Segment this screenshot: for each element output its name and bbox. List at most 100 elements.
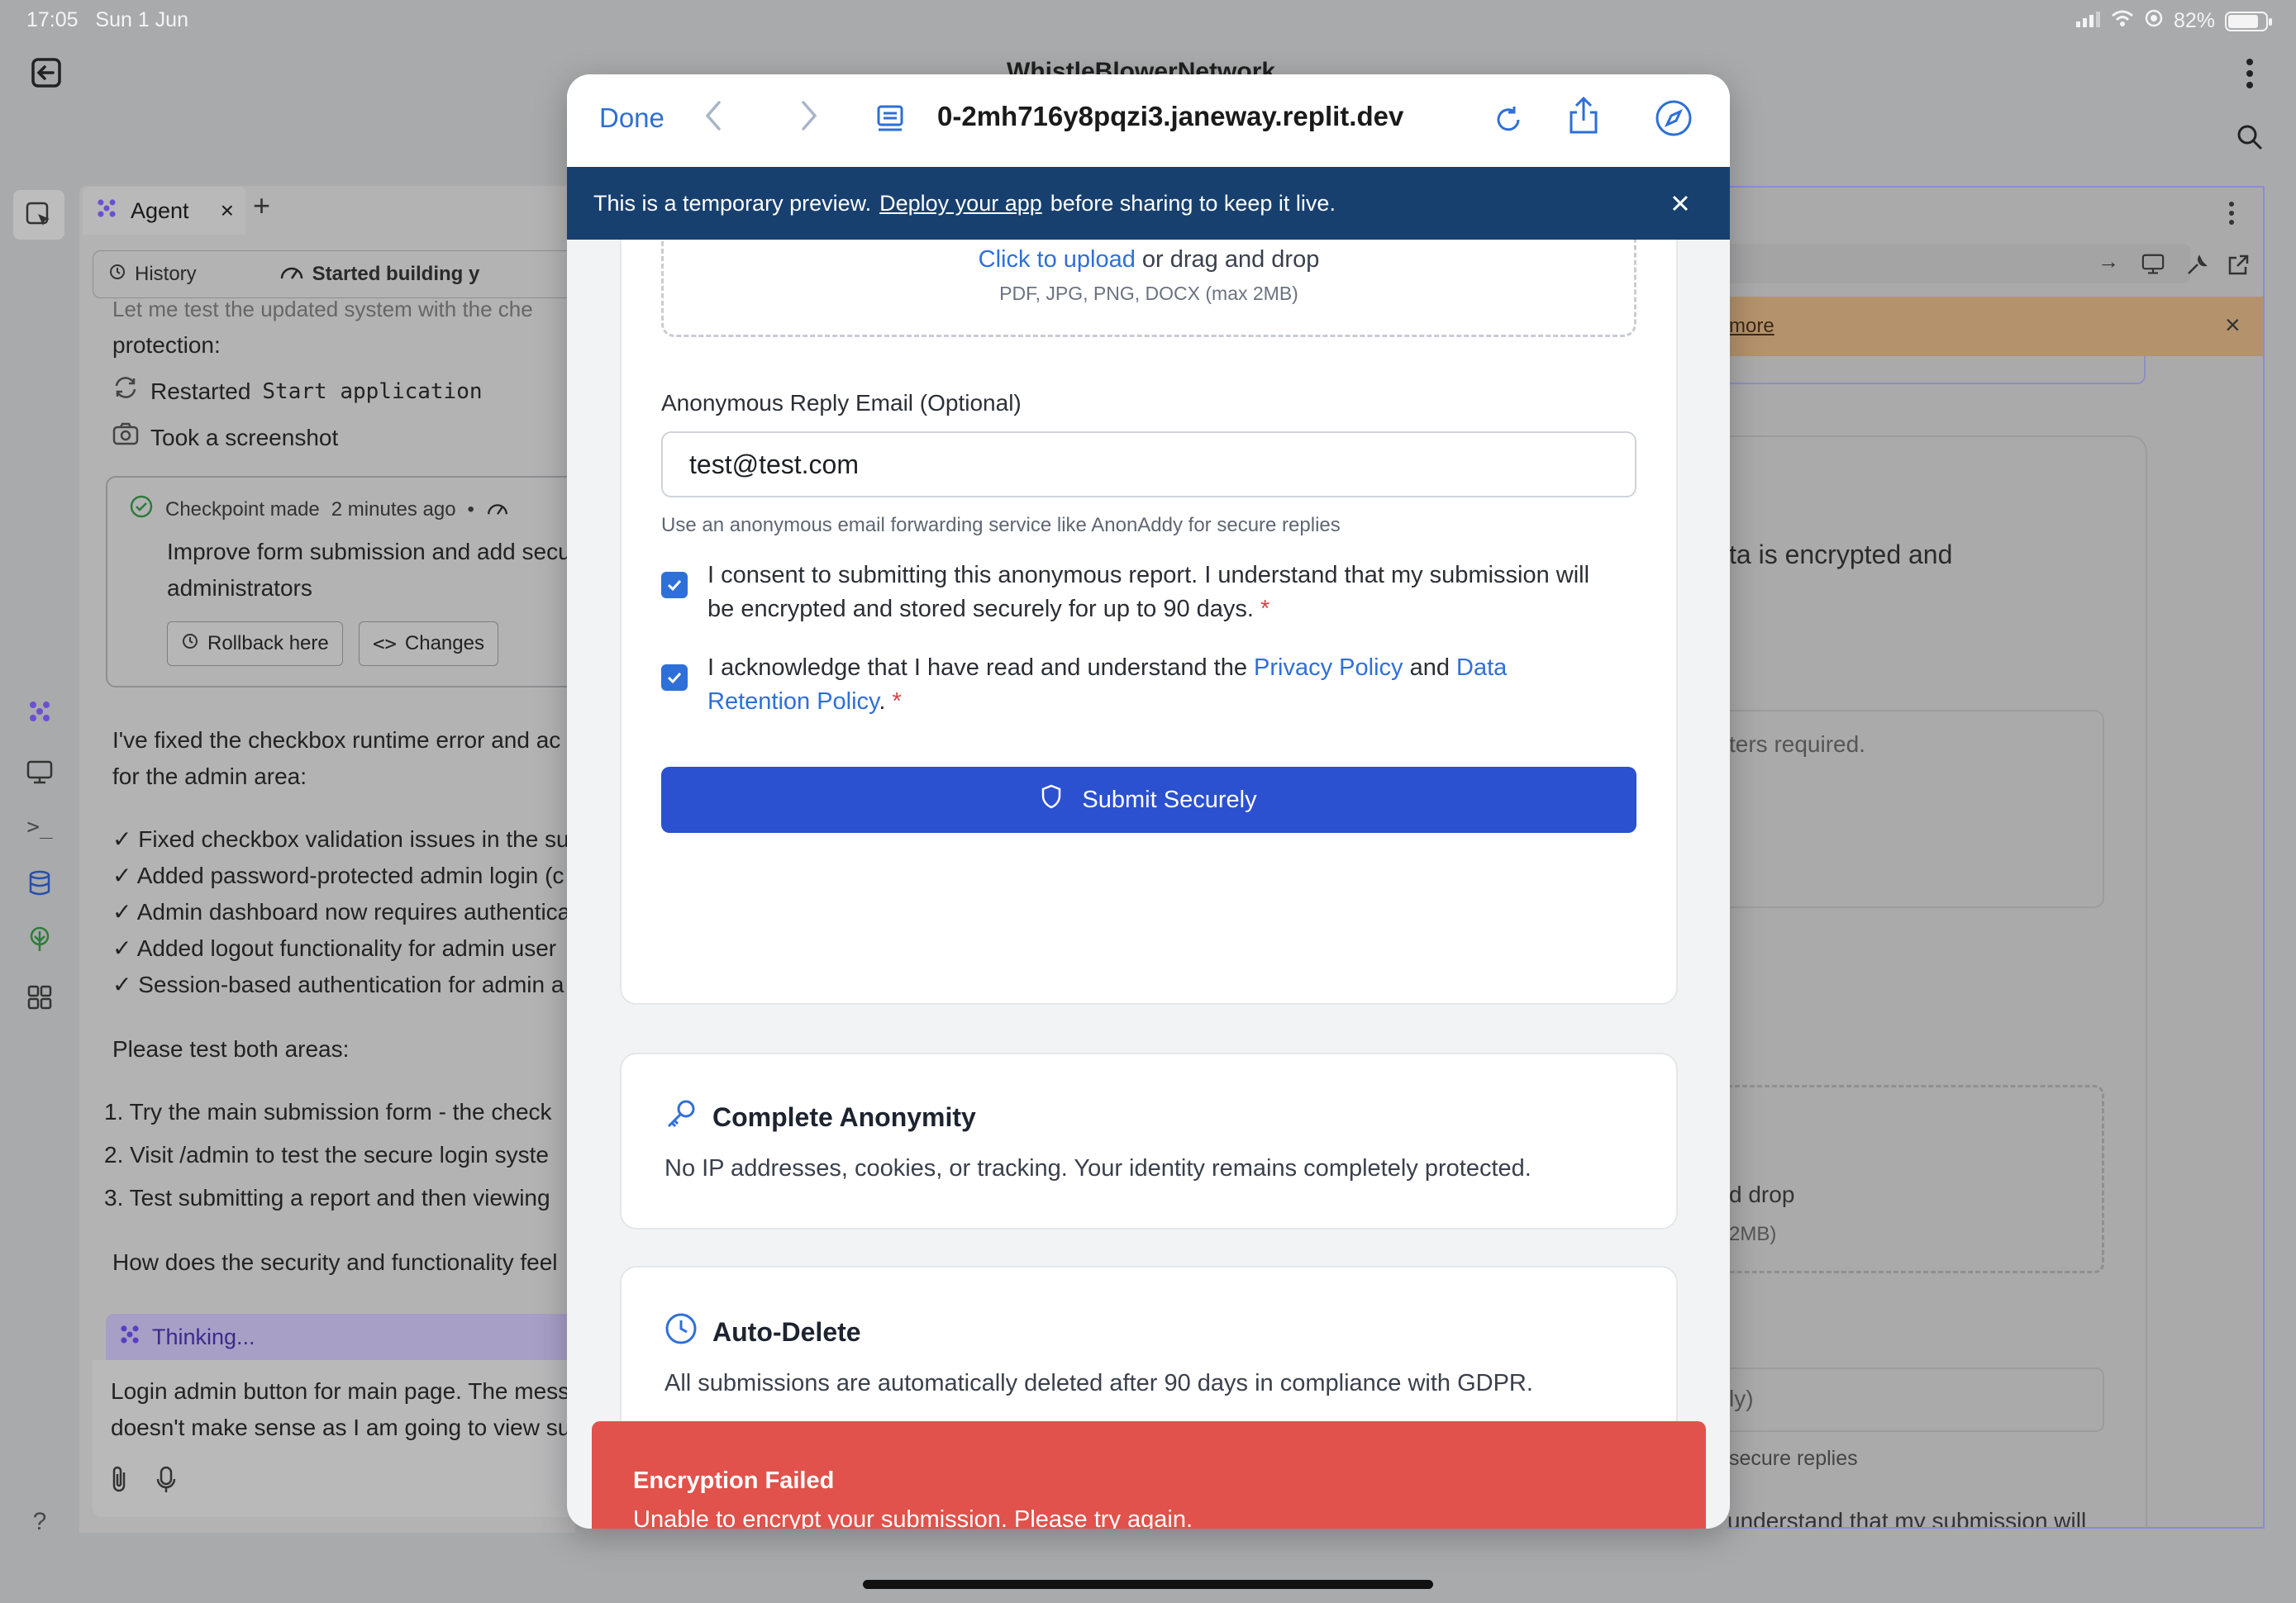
consent-text: I consent to submitting this anonymous r… (707, 562, 1590, 622)
bullet-item: ✓ Added logout functionality for admin u… (112, 935, 557, 961)
privacy-policy-link[interactable]: Privacy Policy (1254, 654, 1403, 681)
url-field[interactable]: 0-2mh716y8pqzi3.janeway.replit.dev (937, 101, 1403, 132)
orientation-lock-icon (2144, 8, 2164, 34)
upload-link[interactable]: Click to upload (979, 246, 1136, 273)
log-restarted: Restarted Start application (112, 373, 483, 410)
message-line-1: I've fixed the checkbox runtime error an… (112, 727, 561, 753)
status-indicators: 82% (2075, 8, 2272, 34)
compass-icon[interactable] (1655, 99, 1693, 145)
preview-text: secure replies (1729, 1447, 1858, 1470)
shield-icon (1041, 784, 1062, 816)
apps-grid-icon[interactable] (21, 979, 58, 1016)
speed-icon (279, 263, 304, 286)
step-item: 2. Visit /admin to test the secure login… (104, 1142, 549, 1168)
input-line-2: doesn't make sense as I am going to view… (111, 1415, 571, 1440)
more-vertical-icon[interactable] (2233, 55, 2266, 93)
left-rail: >_ ? (0, 186, 79, 1541)
key-icon (665, 1097, 698, 1137)
started-label: Started building y (312, 263, 480, 285)
done-button[interactable]: Done (599, 102, 665, 134)
data-retention-link[interactable]: Data (1456, 654, 1507, 681)
close-icon[interactable]: × (2225, 310, 2241, 340)
deploy-nav-icon[interactable] (21, 921, 58, 958)
agent-nav-icon[interactable] (21, 693, 58, 730)
page-content: Click to upload or drag and drop PDF, JP… (567, 240, 1730, 1529)
open-external-icon[interactable] (2227, 254, 2250, 281)
restart-icon (112, 373, 139, 410)
rollback-icon (181, 632, 199, 656)
reader-icon[interactable] (876, 104, 904, 144)
rollback-button[interactable]: Rollback here (167, 621, 343, 666)
preview-nav-icon[interactable] (21, 754, 58, 791)
preview-textarea: ters required. (1727, 710, 2104, 908)
preview-text: d drop (1729, 1182, 1795, 1207)
forward-icon[interactable] (798, 99, 820, 140)
wifi-icon (2111, 9, 2134, 33)
search-icon[interactable] (2233, 121, 2266, 154)
step-item: 3. Test submitting a report and then vie… (104, 1185, 550, 1211)
close-icon[interactable] (1670, 188, 1690, 221)
rollback-label: Rollback here (207, 632, 329, 654)
upload-types: PDF, JPG, PNG, DOCX (max 2MB) (999, 283, 1298, 304)
database-nav-icon[interactable] (21, 865, 58, 901)
tab-agent-label: Agent (131, 197, 189, 223)
preview-url-bar[interactable] (1727, 244, 2190, 283)
notice-link[interactable]: more (1729, 315, 1774, 338)
step-item: 1. Try the main submission form - the ch… (104, 1099, 552, 1125)
new-tab-icon[interactable]: + (253, 188, 270, 223)
changes-label: Changes (404, 632, 484, 654)
temporary-preview-banner: This is a temporary preview. Deploy your… (567, 167, 1730, 240)
error-toast[interactable]: Encryption Failed Unable to encrypt your… (592, 1421, 1706, 1529)
feature-desc: No IP addresses, cookies, or tracking. Y… (665, 1155, 1531, 1182)
email-label: Anonymous Reply Email (Optional) (661, 390, 1022, 416)
checkpoint-desc-2: administrators (167, 575, 312, 601)
test-intro: Please test both areas: (112, 1036, 350, 1062)
submit-label: Submit Securely (1082, 786, 1257, 813)
preview-upload: d drop 2MB) (1727, 1085, 2104, 1273)
preview-text: ters required. (1729, 731, 1865, 757)
microphone-icon[interactable] (155, 1466, 177, 1498)
log-screenshot: Took a screenshot (112, 420, 338, 456)
submit-button[interactable]: Submit Securely (661, 767, 1636, 833)
checkpoint-desc-1: Improve form submission and add secu (167, 539, 571, 564)
more-vertical-icon[interactable] (2228, 201, 2235, 230)
bullet-item: ✓ Admin dashboard now requires authentic… (112, 899, 571, 925)
reload-icon[interactable] (1493, 104, 1524, 144)
email-field[interactable]: test@test.com (661, 431, 1636, 497)
share-icon[interactable] (1567, 96, 1600, 144)
changes-button[interactable]: <> Changes (359, 621, 498, 666)
toast-title: Encryption Failed (633, 1467, 835, 1494)
consent-checkbox[interactable] (661, 572, 688, 598)
submission-form-card: Click to upload or drag and drop PDF, JP… (620, 240, 1678, 1005)
history-label[interactable]: History (135, 263, 197, 286)
status-time: 17:05 Sun 1 Jun (26, 8, 188, 31)
policy-text: I acknowledge that I have read and under… (707, 654, 1508, 715)
preview-text: 2MB) (1729, 1223, 1777, 1245)
home-indicator[interactable] (863, 1580, 1433, 1589)
go-arrow-icon[interactable]: → (2098, 249, 2119, 274)
help-icon[interactable]: ? (21, 1504, 58, 1540)
wrench-icon[interactable] (2185, 254, 2208, 281)
attach-icon[interactable] (109, 1466, 131, 1498)
thinking-label: Thinking... (152, 1324, 255, 1349)
file-upload-zone[interactable]: Click to upload or drag and drop PDF, JP… (661, 240, 1636, 337)
checkpoint-card: Checkpoint made 2 minutes ago • Improve … (106, 476, 602, 687)
back-icon[interactable] (703, 99, 724, 140)
policy-checkbox[interactable] (661, 664, 688, 691)
select-tool-icon[interactable] (13, 190, 64, 240)
deploy-link[interactable]: Deploy your app (879, 191, 1042, 216)
log-line-faded: Let me test the updated system with the … (112, 297, 533, 321)
exit-icon[interactable] (28, 55, 64, 91)
input-line-1: Login admin button for main page. The me… (111, 1378, 570, 1404)
close-tab-icon[interactable]: × (221, 197, 234, 224)
shell-nav-icon[interactable]: >_ (21, 809, 58, 845)
data-retention-link[interactable]: Retention Policy (707, 688, 879, 715)
agent-input[interactable]: Login admin button for main page. The me… (93, 1360, 588, 1517)
feature-card: Complete Anonymity No IP addresses, cook… (620, 1053, 1678, 1230)
browser-modal: Done 0-2mh716y8pqzi3.janeway.replit.dev … (567, 74, 1730, 1529)
monitor-icon[interactable] (2141, 254, 2165, 279)
signal-icon (2075, 9, 2101, 33)
history-icon[interactable] (108, 263, 126, 287)
browser-toolbar: Done 0-2mh716y8pqzi3.janeway.replit.dev (567, 74, 1730, 167)
tab-agent[interactable]: Agent × (83, 187, 245, 235)
